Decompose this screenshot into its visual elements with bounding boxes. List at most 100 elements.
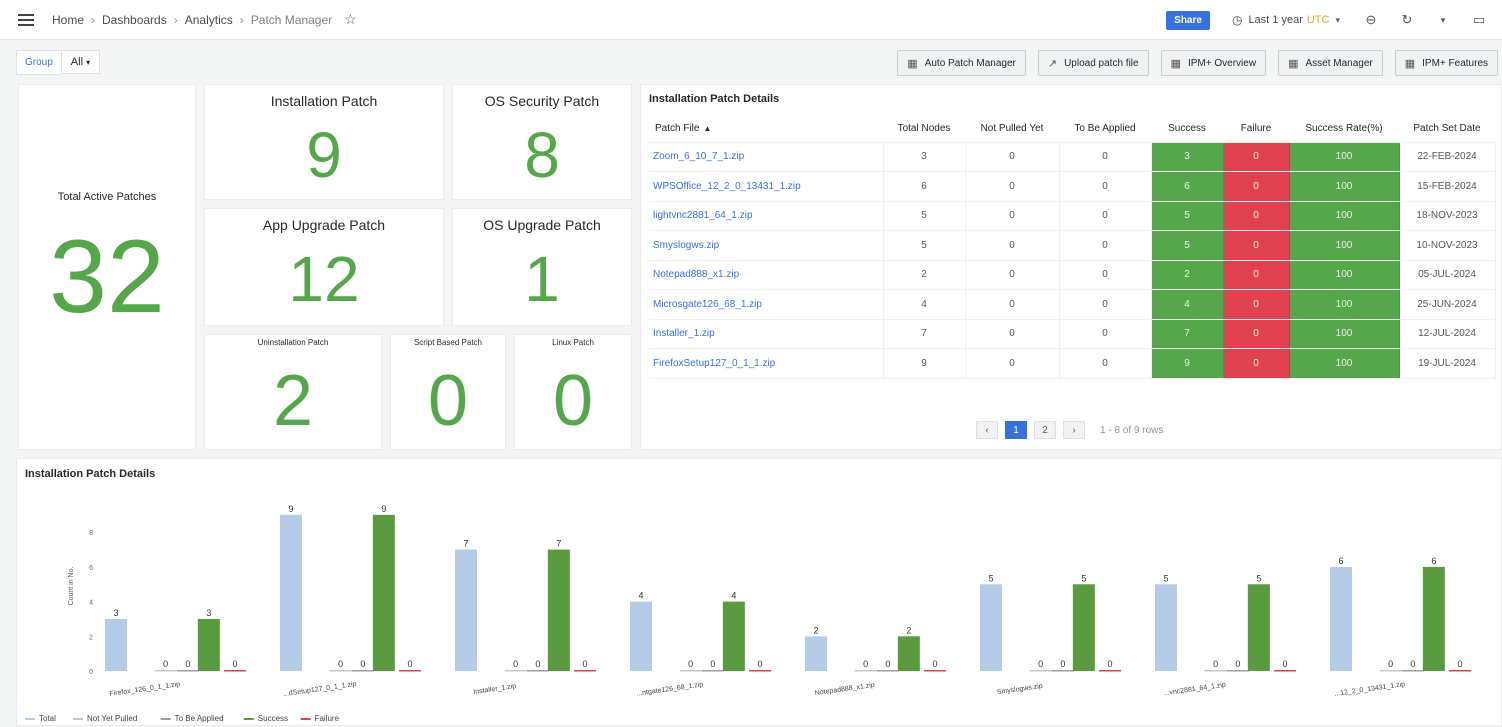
- group-variable-select[interactable]: All ▾: [60, 50, 101, 74]
- installation-patch-table-panel: Installation Patch Details Patch File ▲ T…: [640, 84, 1502, 450]
- auto-patch-manager-button[interactable]: ▦ Auto Patch Manager: [897, 50, 1026, 76]
- bar-success[interactable]: [1072, 584, 1095, 671]
- column-header-to-be-applied[interactable]: To Be Applied: [1059, 115, 1151, 143]
- breadcrumb-dashboards[interactable]: Dashboards: [102, 13, 167, 27]
- x-category-label: ...vnc2881_64_1.zip: [1163, 682, 1226, 698]
- bar-success[interactable]: [722, 601, 745, 671]
- page-button-2[interactable]: 2: [1034, 421, 1056, 439]
- bar-not-yet-pulled[interactable]: [504, 670, 527, 672]
- bar-total[interactable]: [805, 636, 827, 671]
- bar-success[interactable]: [372, 514, 395, 671]
- tv-mode-icon[interactable]: ▭: [1466, 12, 1492, 28]
- menu-icon[interactable]: [18, 13, 34, 26]
- column-header-patch-file[interactable]: Patch File ▲: [649, 115, 883, 143]
- ipm-overview-button[interactable]: ▦ IPM+ Overview: [1160, 50, 1267, 76]
- bar-not-yet-pulled[interactable]: [679, 670, 702, 672]
- table-row: lightvnc2881_64_1.zip 5 0 0 5 0 100 18-NOV-2023: [649, 201, 1496, 231]
- star-icon[interactable]: ☆: [344, 11, 357, 28]
- cell-file[interactable]: lightvnc2881_64_1.zip: [649, 201, 884, 231]
- legend-item-label[interactable]: Total: [39, 714, 56, 723]
- bar-to-be-applied[interactable]: [526, 670, 549, 672]
- column-header-success[interactable]: Success: [1151, 115, 1223, 143]
- bar-to-be-applied[interactable]: [876, 670, 899, 672]
- bar-to-be-applied[interactable]: [701, 670, 724, 672]
- bar-failure[interactable]: [749, 670, 771, 672]
- bar-success[interactable]: [1422, 566, 1445, 671]
- bar-total[interactable]: [980, 584, 1002, 671]
- stat-title: Total Active Patches: [57, 191, 157, 203]
- bar-failure[interactable]: [1099, 670, 1121, 672]
- asset-manager-button[interactable]: ▦ Asset Manager: [1278, 50, 1383, 76]
- refresh-icon[interactable]: ↻: [1394, 12, 1420, 28]
- cell-total-nodes: 9: [883, 348, 966, 379]
- next-page-button[interactable]: ›: [1063, 421, 1085, 439]
- table-row: Notepad888_x1.zip 2 0 0 2 0 100 05-JUL-2024: [649, 260, 1496, 290]
- previous-page-button[interactable]: ‹: [976, 421, 998, 439]
- legend-item-label[interactable]: Failure: [315, 714, 340, 723]
- cell-file[interactable]: Smyslogws.zip: [649, 230, 884, 261]
- bar-failure[interactable]: [1449, 670, 1471, 672]
- cell-not-pulled-yet: 0: [965, 348, 1060, 379]
- legend-item-label[interactable]: Not Yet Pulled: [87, 714, 137, 723]
- bar-to-be-applied[interactable]: [351, 670, 374, 672]
- bar-to-be-applied[interactable]: [176, 670, 199, 672]
- bar-not-yet-pulled[interactable]: [154, 670, 177, 672]
- column-header-patch-set-date[interactable]: Patch Set Date: [1399, 115, 1495, 143]
- upload-patch-file-button[interactable]: ↗ Upload patch file: [1037, 50, 1149, 76]
- bar-not-yet-pulled[interactable]: [854, 670, 877, 672]
- bar-value-label: 0: [582, 659, 587, 669]
- time-range-label: Last 1 year: [1248, 14, 1303, 26]
- bar-total[interactable]: [455, 549, 477, 671]
- script-based-patch-panel: Script Based Patch 0: [390, 334, 506, 450]
- bar-not-yet-pulled[interactable]: [1379, 670, 1402, 672]
- cell-file[interactable]: Microsgate126_68_1.zip: [649, 289, 884, 320]
- bar-not-yet-pulled[interactable]: [1029, 670, 1052, 672]
- cell-success-rate: 100: [1289, 260, 1400, 290]
- bar-failure[interactable]: [574, 670, 596, 672]
- bar-total[interactable]: [105, 618, 127, 671]
- column-header-total-nodes[interactable]: Total Nodes: [883, 115, 965, 143]
- bar-failure[interactable]: [399, 670, 421, 672]
- bar-total[interactable]: [1155, 584, 1177, 671]
- cell-file[interactable]: Installer_1.zip: [649, 319, 884, 349]
- column-header-success-rate[interactable]: Success Rate(%): [1289, 115, 1399, 143]
- share-button[interactable]: Share: [1166, 10, 1210, 30]
- legend-item-label[interactable]: To Be Applied: [175, 714, 224, 723]
- bar-failure[interactable]: [924, 670, 946, 672]
- legend-item-label[interactable]: Success: [258, 714, 288, 723]
- time-range-picker[interactable]: ◷ Last 1 year UTC ▾: [1232, 13, 1340, 27]
- bar-total[interactable]: [280, 514, 302, 671]
- bar-value-label: 3: [206, 608, 211, 618]
- bar-total[interactable]: [630, 601, 652, 671]
- zoom-out-icon[interactable]: ⊖: [1358, 12, 1384, 28]
- bar-to-be-applied[interactable]: [1051, 670, 1074, 672]
- page-button-1[interactable]: 1: [1005, 421, 1027, 439]
- bar-value-label: 0: [1213, 659, 1218, 669]
- chevron-down-icon: ▾: [1335, 14, 1340, 25]
- ipm-features-button[interactable]: ▦ IPM+ Features: [1394, 50, 1498, 76]
- cell-patch-set-date: 10-NOV-2023: [1399, 230, 1496, 261]
- bar-success[interactable]: [547, 549, 570, 671]
- column-header-not-pulled-yet[interactable]: Not Pulled Yet: [965, 115, 1059, 143]
- bar-not-yet-pulled[interactable]: [329, 670, 352, 672]
- cell-file[interactable]: Zoom_6_10_7_1.zip: [649, 142, 884, 172]
- bar-to-be-applied[interactable]: [1401, 670, 1424, 672]
- bar-total[interactable]: [1330, 566, 1352, 671]
- bar-success[interactable]: [197, 618, 220, 671]
- bar-not-yet-pulled[interactable]: [1204, 670, 1227, 672]
- bar-success[interactable]: [1247, 584, 1270, 671]
- breadcrumb-home[interactable]: Home: [52, 13, 84, 27]
- bar-failure[interactable]: [224, 670, 246, 672]
- bar-to-be-applied[interactable]: [1226, 670, 1249, 672]
- bar-success[interactable]: [897, 636, 920, 671]
- group-variable-value: All: [70, 56, 84, 68]
- column-header-failure[interactable]: Failure: [1223, 115, 1289, 143]
- table-row: WPSOffice_12_2_0_13431_1.zip 6 0 0 6 0 100 15-F…: [649, 171, 1496, 202]
- cell-file[interactable]: Notepad888_x1.zip: [649, 260, 884, 290]
- cell-success-rate: 100: [1289, 201, 1400, 231]
- cell-file[interactable]: WPSOffice_12_2_0_13431_1.zip: [649, 171, 884, 202]
- cell-file[interactable]: FirefoxSetup127_0_1_1.zip: [649, 348, 884, 379]
- bar-failure[interactable]: [1274, 670, 1296, 672]
- breadcrumb-analytics[interactable]: Analytics: [185, 13, 233, 27]
- chevron-down-icon[interactable]: ▾: [1430, 15, 1456, 26]
